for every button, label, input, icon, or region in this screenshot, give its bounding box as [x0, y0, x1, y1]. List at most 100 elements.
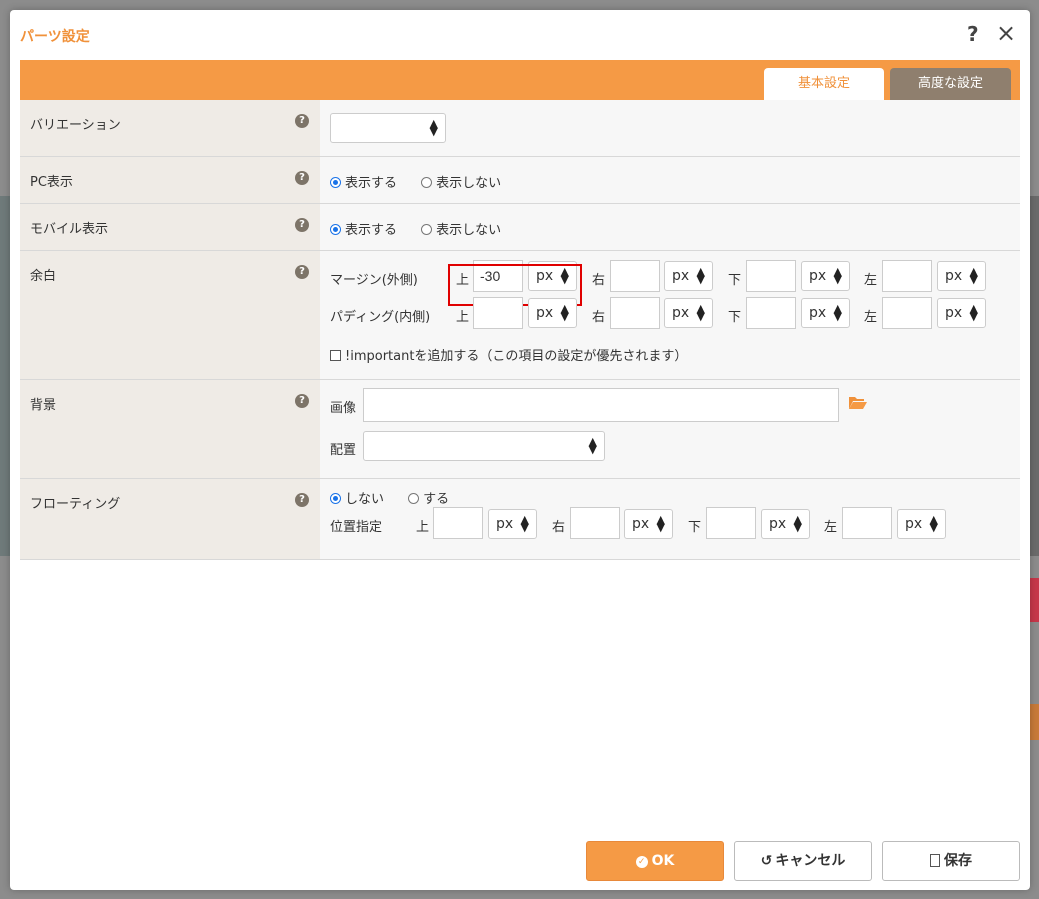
select-arrows-icon: ▲ ▼	[833, 302, 842, 323]
placement-select[interactable]: ▲ ▼	[363, 431, 605, 461]
margin-bottom-unit-select[interactable]: px ▲ ▼	[801, 261, 850, 291]
radio-floating-off[interactable]	[330, 493, 341, 504]
padding-inner-label: パディング(内側)	[330, 310, 431, 325]
select-arrows-icon: ▲ ▼	[793, 513, 802, 534]
margin-left-input[interactable]	[882, 260, 932, 292]
row-variation: バリエーション ? ▲ ▼	[20, 100, 1020, 157]
important-label: !importantを追加する（この項目の設定が優先されます）	[345, 349, 688, 364]
row-label: 余白 ?	[20, 251, 320, 379]
float-bottom-unit-select[interactable]: px ▲ ▼	[761, 509, 810, 539]
select-arrows-icon: ▲ ▼	[656, 513, 665, 534]
important-checkbox[interactable]	[330, 350, 341, 361]
row-value: ▲ ▼	[320, 100, 1020, 156]
important-row: !importantを追加する（この項目の設定が優先されます）	[330, 345, 687, 364]
help-icon[interactable]: ?	[295, 265, 309, 279]
folder-open-icon[interactable]	[848, 394, 868, 410]
background-element-right-2	[1030, 704, 1039, 740]
margin-left-unit-select[interactable]: px ▲ ▼	[937, 261, 986, 291]
unit-value: px	[945, 268, 963, 284]
float-bottom-input[interactable]	[706, 507, 756, 539]
unit-value: px	[632, 516, 650, 532]
select-arrows-icon: ▲ ▼	[429, 117, 438, 138]
radio-mobile-hide[interactable]	[421, 224, 433, 235]
padding-bottom-input[interactable]	[746, 297, 796, 329]
dialog-title: パーツ設定	[20, 29, 90, 45]
unit-value: px	[905, 516, 923, 532]
float-top-unit-select[interactable]: px ▲ ▼	[488, 509, 537, 539]
radio-pc-hide[interactable]	[421, 177, 433, 188]
position-label: 位置指定	[330, 520, 383, 535]
help-icon[interactable]: ?	[295, 493, 309, 507]
float-left-unit-select[interactable]: px ▲ ▼	[897, 509, 946, 539]
radio-label: 表示しない	[436, 176, 502, 191]
parts-settings-dialog: パーツ設定 ? × 基本設定 高度な設定 バリエーション ? ▲ ▼ PC表示 ?	[10, 10, 1030, 890]
radio-label: しない	[345, 492, 385, 507]
save-button[interactable]: 保存	[882, 841, 1020, 881]
row-mobile-display: モバイル表示 ? 表示する 表示しない	[20, 204, 1020, 251]
float-left-input[interactable]	[842, 507, 892, 539]
radio-floating-on[interactable]	[408, 493, 420, 504]
tab-basic-settings[interactable]: 基本設定	[764, 68, 884, 100]
help-icon[interactable]: ?	[295, 394, 309, 408]
help-icon[interactable]: ?	[295, 218, 309, 232]
select-arrows-icon: ▲ ▼	[520, 513, 529, 534]
row-pc-display: PC表示 ? 表示する 表示しない	[20, 157, 1020, 204]
padding-top-label: 上	[456, 310, 470, 325]
row-label: フローティング ?	[20, 479, 320, 559]
save-label: 保存	[944, 853, 972, 869]
select-arrows-icon: ▲ ▼	[929, 513, 938, 534]
row-label: モバイル表示 ?	[20, 204, 320, 250]
padding-top-input[interactable]	[473, 297, 523, 329]
tab-advanced-settings[interactable]: 高度な設定	[890, 68, 1011, 100]
ok-button[interactable]: ✓ OK	[586, 841, 724, 881]
help-icon[interactable]: ?	[295, 114, 309, 128]
padding-right-input[interactable]	[610, 297, 660, 329]
image-path-input[interactable]	[363, 388, 839, 422]
document-icon	[930, 854, 940, 867]
margin-bottom-input[interactable]	[746, 260, 796, 292]
float-top-input[interactable]	[433, 507, 483, 539]
radio-label: する	[423, 492, 450, 507]
select-arrows-icon: ▲ ▼	[969, 302, 978, 323]
background-image-left	[0, 196, 10, 556]
unit-value: px	[809, 305, 827, 321]
cancel-label: キャンセル	[775, 853, 846, 869]
radio-mobile-show[interactable]	[330, 224, 341, 235]
help-icon[interactable]: ?	[295, 171, 309, 185]
radio-pc-show[interactable]	[330, 177, 341, 188]
row-label: バリエーション ?	[20, 100, 320, 156]
background-element-right	[1030, 578, 1039, 622]
close-icon[interactable]: ×	[996, 20, 1016, 46]
padding-bottom-unit-select[interactable]: px ▲ ▼	[801, 298, 850, 328]
radio-label: 表示しない	[436, 223, 502, 238]
variation-label: バリエーション	[30, 118, 121, 133]
image-label: 画像	[330, 401, 357, 416]
padding-right-label: 右	[592, 310, 606, 325]
select-arrows-icon: ▲ ▼	[696, 265, 705, 286]
padding-left-input[interactable]	[882, 297, 932, 329]
help-icon[interactable]: ?	[967, 22, 979, 46]
spacing-label: 余白	[30, 269, 57, 284]
float-top-label: 上	[416, 520, 430, 535]
row-label: 背景 ?	[20, 380, 320, 478]
margin-right-label: 右	[592, 273, 606, 288]
unit-value: px	[809, 268, 827, 284]
check-circle-icon: ✓	[635, 856, 648, 868]
margin-right-input[interactable]	[610, 260, 660, 292]
radio-label: 表示する	[345, 176, 398, 191]
padding-right-unit-select[interactable]: px ▲ ▼	[664, 298, 713, 328]
unit-value: px	[672, 268, 690, 284]
background-label: 背景	[30, 398, 57, 413]
floating-options: しない する	[330, 488, 469, 507]
row-label: PC表示 ?	[20, 157, 320, 203]
undo-icon: ↺	[760, 853, 773, 869]
margin-right-unit-select[interactable]: px ▲ ▼	[664, 261, 713, 291]
float-right-unit-select[interactable]: px ▲ ▼	[624, 509, 673, 539]
select-arrows-icon: ▲ ▼	[560, 302, 569, 323]
radio-label: 表示する	[345, 223, 398, 238]
variation-select[interactable]: ▲ ▼	[330, 113, 446, 143]
padding-left-unit-select[interactable]: px ▲ ▼	[937, 298, 986, 328]
cancel-button[interactable]: ↺ キャンセル	[734, 841, 872, 881]
padding-top-unit-select[interactable]: px ▲ ▼	[528, 298, 577, 328]
float-right-input[interactable]	[570, 507, 620, 539]
